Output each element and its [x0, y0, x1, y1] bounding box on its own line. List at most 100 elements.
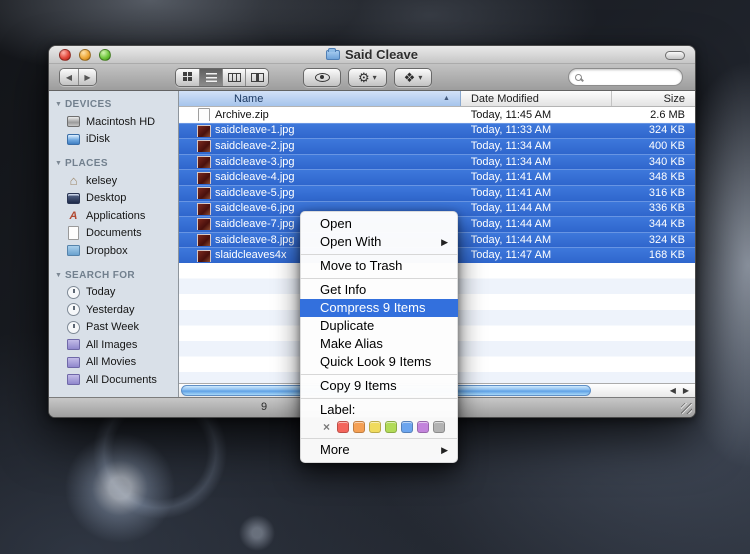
table-row[interactable]: saidcleave-3.jpg Today, 11:34 AM 340 KB: [179, 154, 695, 170]
image-thumbnail-icon: [197, 249, 209, 262]
list-view-button[interactable]: [199, 69, 222, 86]
gear-icon: ⚙: [358, 71, 370, 84]
sidebar-item-label: Dropbox: [86, 245, 128, 257]
no-label-swatch[interactable]: ×: [320, 421, 333, 433]
menu-item-open-with[interactable]: Open With▶: [300, 233, 458, 251]
minimize-button[interactable]: [79, 49, 91, 61]
window-controls: [59, 49, 111, 61]
sidebar-item[interactable]: Desktop: [49, 190, 178, 208]
idisk-icon: [67, 133, 80, 146]
search-field[interactable]: [568, 68, 683, 86]
file-name: saidcleave-7.jpg: [215, 218, 295, 230]
toolbar-toggle-button[interactable]: [665, 51, 685, 60]
search-icon: [575, 74, 582, 81]
sidebar-item[interactable]: Documents: [49, 225, 178, 243]
clock-icon: [67, 286, 80, 299]
menu-separator: [300, 374, 458, 375]
window-title: Said Cleave: [345, 47, 418, 62]
sidebar-item[interactable]: Dropbox: [49, 242, 178, 260]
sidebar-item[interactable]: iDisk: [49, 131, 178, 149]
home-icon: ⌂: [67, 174, 80, 187]
menu-item-move-to-trash[interactable]: Move to Trash: [300, 257, 458, 275]
image-thumbnail-icon: [197, 171, 209, 184]
table-row[interactable]: saidcleave-4.jpg Today, 11:41 AM 348 KB: [179, 169, 695, 185]
sort-ascending-icon: ▲: [443, 95, 450, 102]
sidebar-item[interactable]: Today: [49, 284, 178, 302]
back-button[interactable]: ◀: [60, 69, 78, 85]
sidebar-item[interactable]: All Images: [49, 336, 178, 354]
scroll-left-arrow[interactable]: ◀: [670, 387, 676, 395]
action-menu-button[interactable]: ⚙▾: [348, 68, 387, 87]
clock-icon: [67, 321, 80, 334]
file-date-modified: Today, 11:47 AM: [461, 249, 612, 261]
file-name: saidcleave-6.jpg: [215, 202, 295, 214]
file-date-modified: Today, 11:44 AM: [461, 234, 612, 246]
sidebar-section-header[interactable]: ▼ PLACES: [49, 155, 178, 172]
column-label: Name: [234, 93, 263, 105]
yellow-label-swatch[interactable]: [369, 421, 381, 433]
table-row[interactable]: saidcleave-2.jpg Today, 11:34 AM 400 KB: [179, 138, 695, 154]
sidebar-section-header[interactable]: ▼ SEARCH FOR: [49, 267, 178, 284]
purple-label-swatch[interactable]: [417, 421, 429, 433]
orange-label-swatch[interactable]: [353, 421, 365, 433]
menu-separator: [300, 254, 458, 255]
label-swatches: ×: [300, 419, 458, 435]
sidebar-item[interactable]: Past Week: [49, 319, 178, 337]
resize-grip[interactable]: [681, 403, 692, 414]
sidebar-item[interactable]: ⌂ kelsey: [49, 172, 178, 190]
file-name: saidcleave-2.jpg: [215, 140, 295, 152]
file-size: 2.6 MB: [612, 109, 695, 121]
sidebar-item[interactable]: All Movies: [49, 354, 178, 372]
file-name: saidcleave-3.jpg: [215, 156, 295, 168]
sidebar-item-label: kelsey: [86, 175, 117, 187]
table-row[interactable]: Archive.zip Today, 11:45 AM 2.6 MB: [179, 107, 695, 123]
sidebar-item[interactable]: A Applications: [49, 207, 178, 225]
menu-item-more[interactable]: More▶: [300, 441, 458, 459]
close-button[interactable]: [59, 49, 71, 61]
menu-separator: [300, 278, 458, 279]
gray-label-swatch[interactable]: [433, 421, 445, 433]
sidebar-item[interactable]: Macintosh HD: [49, 113, 178, 131]
sidebar-item-label: Documents: [86, 227, 142, 239]
dropbox-icon: ❖: [404, 71, 416, 84]
sidebar-item[interactable]: Yesterday: [49, 301, 178, 319]
menu-item-compress[interactable]: Compress 9 Items: [300, 299, 458, 317]
menu-item-quick-look[interactable]: Quick Look 9 Items: [300, 353, 458, 371]
scroll-right-arrow[interactable]: ▶: [683, 387, 689, 395]
menu-item-make-alias[interactable]: Make Alias: [300, 335, 458, 353]
menu-item-open[interactable]: Open: [300, 215, 458, 233]
column-header-name[interactable]: Name ▲: [179, 91, 461, 106]
sidebar-item-label: Past Week: [86, 321, 139, 333]
titlebar[interactable]: Said Cleave: [49, 46, 695, 64]
sidebar-section-devices: ▼ DEVICES Macintosh HD iDisk: [49, 96, 178, 148]
table-row[interactable]: saidcleave-5.jpg Today, 11:41 AM 316 KB: [179, 185, 695, 201]
file-name: Archive.zip: [215, 109, 269, 121]
menu-item-label-header: Label:: [300, 401, 458, 419]
zip-file-icon: [197, 108, 209, 121]
forward-button[interactable]: ▶: [78, 69, 96, 85]
disclosure-triangle-icon: ▼: [55, 272, 62, 279]
table-row[interactable]: saidcleave-1.jpg Today, 11:33 AM 324 KB: [179, 123, 695, 139]
submenu-arrow-icon: ▶: [441, 441, 448, 459]
blue-label-swatch[interactable]: [401, 421, 413, 433]
icon-view-button[interactable]: [176, 69, 199, 86]
green-label-swatch[interactable]: [385, 421, 397, 433]
file-date-modified: Today, 11:44 AM: [461, 218, 612, 230]
sidebar-item-label: Yesterday: [86, 304, 135, 316]
dropbox-menu-button[interactable]: ❖▾: [394, 68, 433, 87]
column-header-size[interactable]: Size: [612, 91, 695, 106]
quick-look-button[interactable]: [303, 68, 341, 87]
image-thumbnail-icon: [197, 202, 209, 215]
search-input[interactable]: [582, 71, 682, 83]
column-header-date-modified[interactable]: Date Modified: [461, 91, 612, 106]
sidebar-section-header[interactable]: ▼ DEVICES: [49, 96, 178, 113]
section-title: SEARCH FOR: [65, 270, 135, 281]
menu-item-get-info[interactable]: Get Info: [300, 281, 458, 299]
menu-item-copy[interactable]: Copy 9 Items: [300, 377, 458, 395]
zoom-button[interactable]: [99, 49, 111, 61]
sidebar-item[interactable]: All Documents: [49, 371, 178, 389]
red-label-swatch[interactable]: [337, 421, 349, 433]
column-view-button[interactable]: [222, 69, 245, 86]
coverflow-view-button[interactable]: [245, 69, 268, 86]
menu-item-duplicate[interactable]: Duplicate: [300, 317, 458, 335]
